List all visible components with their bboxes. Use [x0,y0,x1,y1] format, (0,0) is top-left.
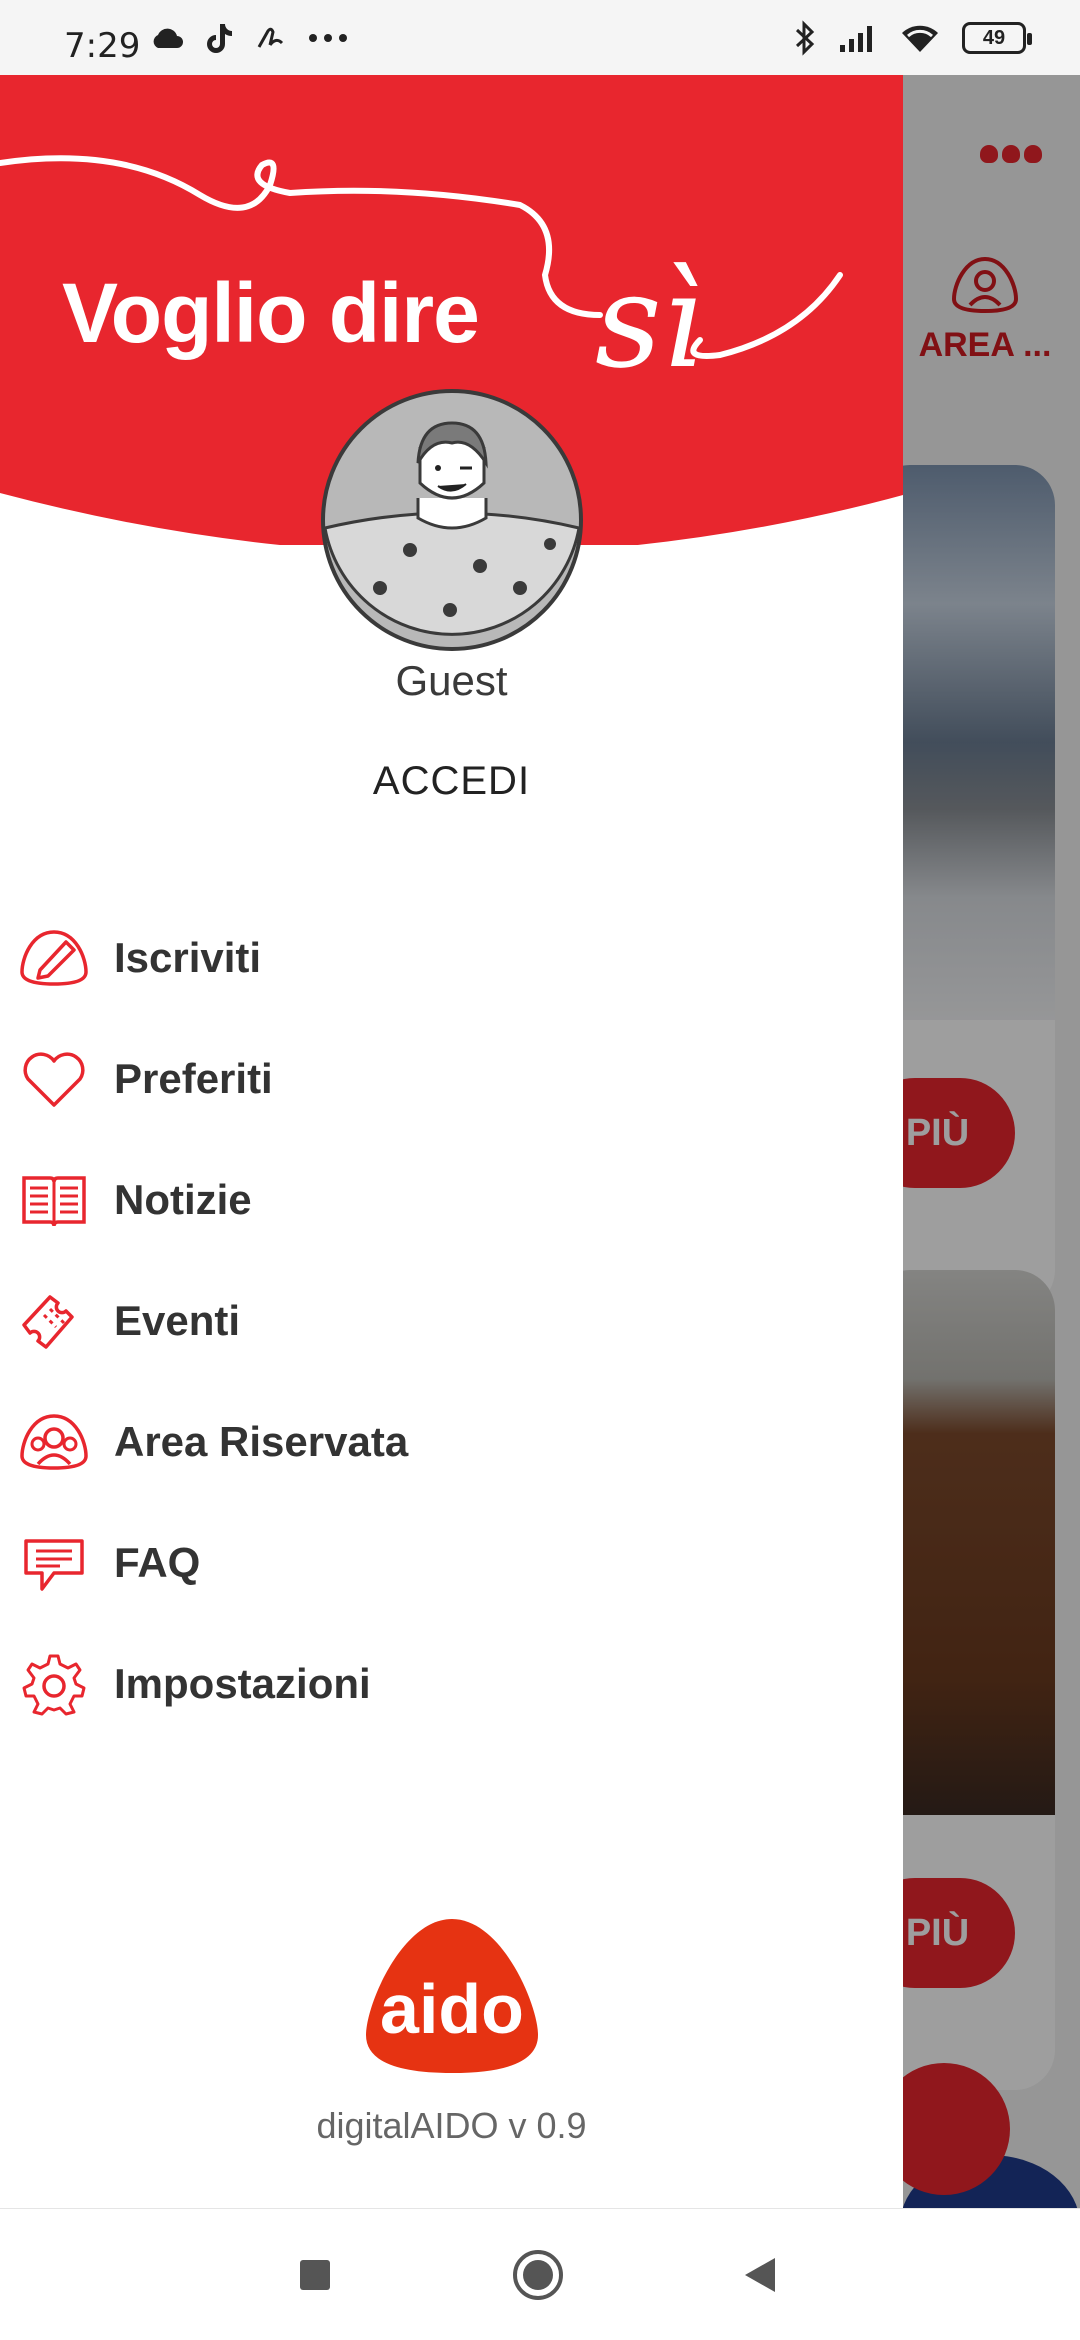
menu-item-label: Iscriviti [114,933,262,981]
back-button[interactable] [730,2245,790,2305]
menu-item-label: Notizie [114,1175,252,1223]
menu-item-label: FAQ [114,1538,201,1586]
status-time: 7:29 [64,26,141,66]
menu-item-area-riservata[interactable]: Area Riservata [0,1381,903,1502]
system-nav-bar [0,2208,1080,2340]
aido-logo-text: aido [380,1970,524,2048]
menu-item-impostazioni[interactable]: Impostazioni [0,1623,903,1744]
status-bar: 7:29 49 [0,0,1080,75]
aido-logo: aido [366,1919,538,2073]
app-version: digitalAIDO v 0.9 [316,2105,587,2146]
menu-item-notizie[interactable]: Notizie [0,1139,903,1260]
pencil-icon [18,922,90,994]
circle-icon [513,2250,563,2300]
menu-item-label: Eventi [114,1296,241,1344]
triangle-back-icon [745,2258,775,2292]
newspaper-icon [18,1164,90,1236]
signal-icon [840,26,872,52]
avatar[interactable] [320,388,584,652]
menu-item-label: Area Riservata [114,1417,409,1465]
drawer-menu: Iscriviti Preferiti Notizie Eventi Area … [0,897,903,1744]
banner-script-word: sì [595,245,704,397]
user-name: Guest [395,657,508,704]
wifi-icon [902,25,938,52]
recents-button[interactable] [285,2245,345,2305]
more-dots-icon [309,34,347,42]
signature-icon [257,27,284,48]
gear-icon [18,1648,90,1720]
menu-item-preferiti[interactable]: Preferiti [0,1018,903,1139]
menu-item-iscriviti[interactable]: Iscriviti [0,897,903,1018]
ticket-icon [18,1285,90,1357]
banner-title: Voglio dire [62,266,480,360]
square-icon [300,2260,330,2290]
battery-indicator: 49 [962,22,1032,54]
menu-item-label: Preferiti [114,1054,273,1102]
login-button[interactable]: ACCEDI [300,743,603,819]
status-icons-left [150,22,348,54]
navigation-drawer: Voglio dire sì Guest ACCEDI Iscriviti Pr… [0,75,903,2208]
status-icons-right: 49 [794,20,1032,56]
home-button[interactable] [508,2245,568,2305]
chat-icon [18,1527,90,1599]
heart-icon [18,1043,90,1115]
menu-item-eventi[interactable]: Eventi [0,1260,903,1381]
tiktok-icon [207,24,232,53]
users-icon [18,1406,90,1478]
cloud-icon [153,28,183,48]
menu-item-faq[interactable]: FAQ [0,1502,903,1623]
menu-item-label: Impostazioni [114,1659,371,1707]
bluetooth-icon [795,20,815,56]
